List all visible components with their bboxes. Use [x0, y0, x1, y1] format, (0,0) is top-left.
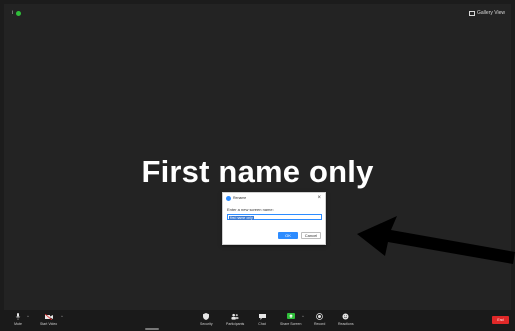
- ok-button[interactable]: OK: [278, 232, 298, 239]
- security-label: Security: [200, 322, 213, 326]
- meeting-info-area[interactable]: i: [12, 10, 22, 16]
- info-icon[interactable]: i: [12, 10, 13, 16]
- start-video-label: Start Video: [40, 322, 58, 326]
- cancel-button[interactable]: Cancel: [301, 232, 321, 239]
- video-options-chevron-icon[interactable]: ^: [61, 314, 63, 319]
- participants-icon: [231, 313, 239, 320]
- security-button[interactable]: Security: [200, 313, 213, 326]
- mute-button[interactable]: Mute: [14, 313, 22, 326]
- dialog-buttons: OK Cancel: [278, 232, 321, 239]
- start-video-button[interactable]: Start Video: [40, 313, 57, 326]
- zoom-app-icon: [226, 195, 231, 201]
- chat-label: Chat: [258, 322, 266, 326]
- participants-label: Participants: [226, 322, 245, 326]
- close-icon[interactable]: ×: [317, 194, 321, 202]
- view-label: Gallery View: [477, 10, 505, 16]
- encryption-shield-icon[interactable]: [16, 10, 22, 16]
- share-screen-button[interactable]: Share Screen: [280, 313, 301, 326]
- dialog-title: Rename: [233, 196, 247, 200]
- mute-label: Mute: [14, 322, 22, 326]
- record-icon: [316, 313, 324, 320]
- annotation-arrow-icon: [357, 216, 515, 264]
- rename-dialog: Rename × Enter a new screen name: first …: [222, 192, 326, 245]
- shield-icon: [202, 313, 210, 320]
- smiley-icon: [342, 313, 350, 320]
- meeting-toolbar: Mute ^ Start Video ^ Security Participan…: [0, 310, 515, 331]
- toolbar-handle[interactable]: [145, 328, 159, 330]
- record-label: Record: [314, 322, 326, 326]
- rename-prompt: Enter a new screen name:: [227, 207, 274, 212]
- record-button[interactable]: Record: [314, 313, 325, 326]
- reactions-button[interactable]: Reactions: [338, 313, 354, 326]
- view-toggle[interactable]: Gallery View: [469, 10, 505, 16]
- gallery-grid-icon: [469, 10, 476, 16]
- zoom-meeting-window: i Gallery View First name only Rename × …: [0, 0, 515, 331]
- chat-bubble-icon: [258, 313, 266, 320]
- screen-name-value: first name only: [229, 215, 254, 220]
- share-screen-icon: [286, 313, 295, 320]
- audio-options-chevron-icon[interactable]: ^: [27, 314, 29, 319]
- dialog-titlebar: Rename: [223, 193, 325, 203]
- share-screen-label: Share Screen: [280, 322, 302, 326]
- share-options-chevron-icon[interactable]: ^: [302, 314, 304, 319]
- participant-display-name: First name only: [141, 154, 374, 189]
- participants-button[interactable]: Participants: [226, 313, 244, 326]
- chat-button[interactable]: Chat: [258, 313, 266, 326]
- video-camera-icon: [44, 313, 53, 320]
- microphone-icon: [14, 313, 22, 320]
- screen-name-input[interactable]: first name only: [227, 214, 322, 220]
- reactions-label: Reactions: [338, 322, 354, 326]
- end-meeting-button[interactable]: End: [492, 316, 509, 324]
